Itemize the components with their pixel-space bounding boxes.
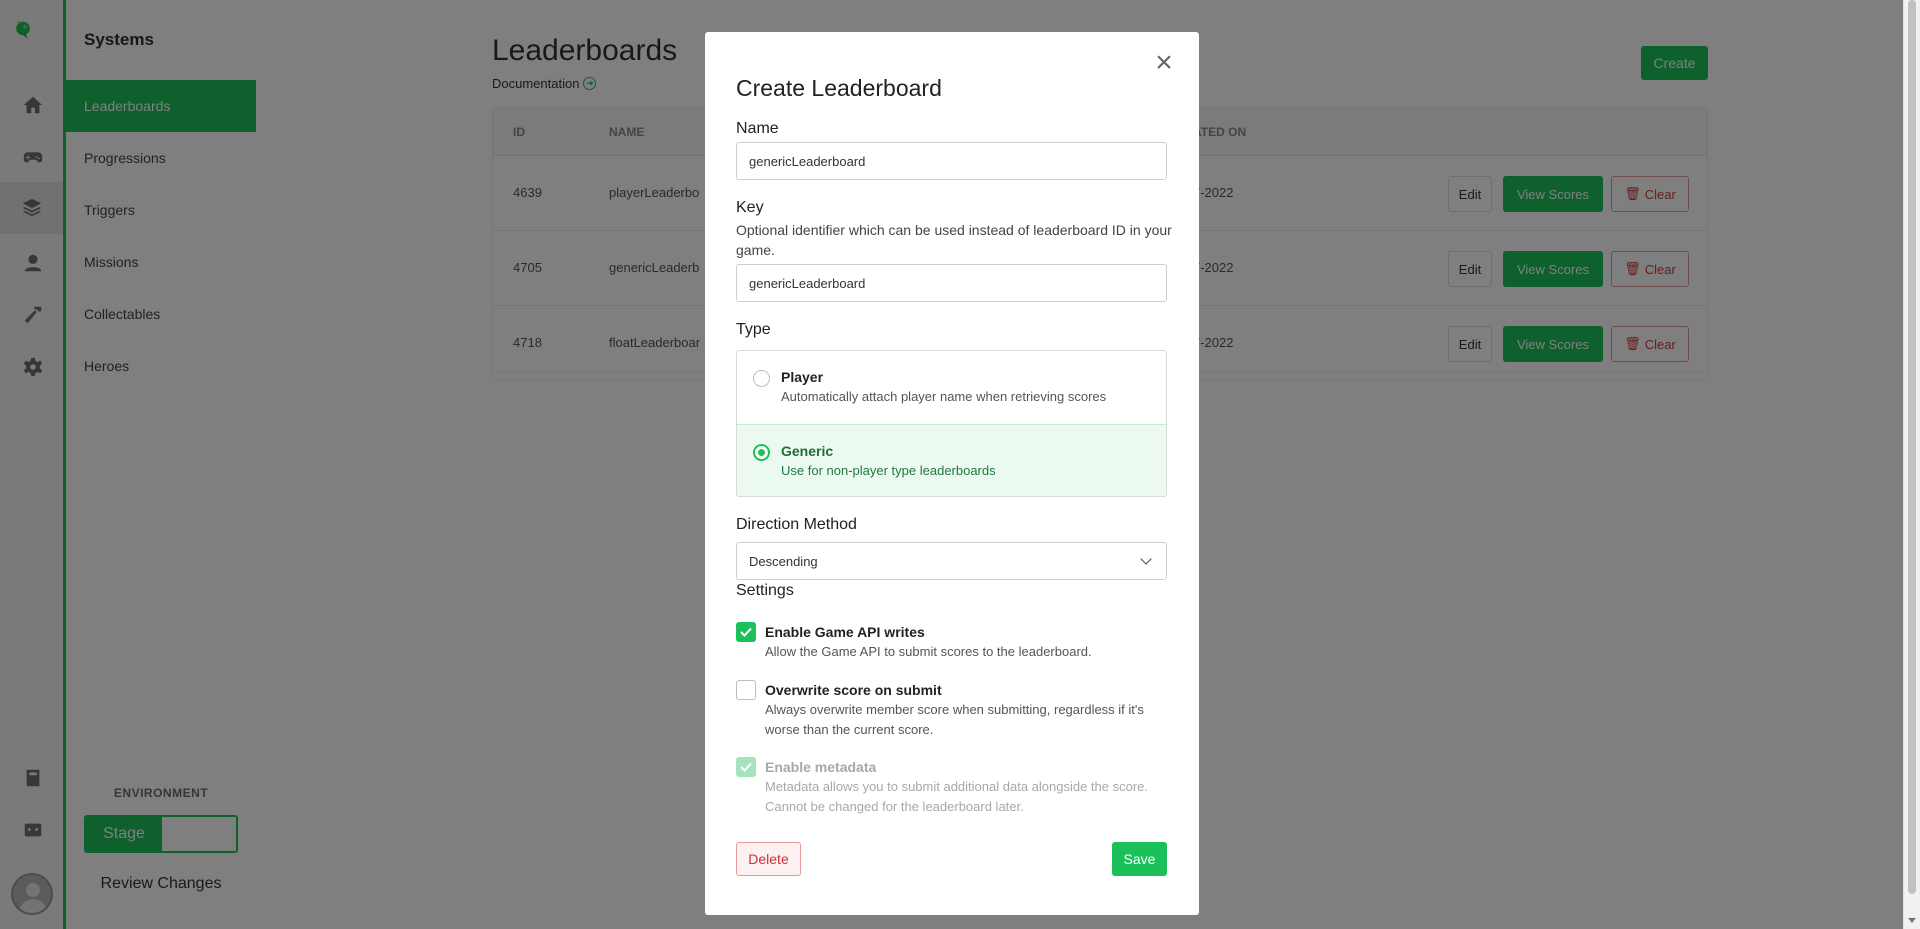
delete-button[interactable]: Delete [736,842,801,876]
type-option-description: Automatically attach player name when re… [781,389,1107,404]
settings-label: Settings [736,582,794,599]
setting-description: Allow the Game API to submit scores to t… [765,644,1092,659]
scroll-down-arrow-icon[interactable] [1908,918,1916,923]
enable-metadata-checkbox [736,757,756,777]
type-option-title: Generic [781,443,834,459]
type-option-generic[interactable]: Generic Use for non-player type leaderbo… [737,424,1166,496]
checkmark-icon [740,762,752,772]
direction-method-select[interactable]: Descending [736,542,1167,580]
name-label: Name [736,120,779,137]
type-radio-group: Player Automatically attach player name … [736,350,1167,497]
setting-description: Always overwrite member score when submi… [765,702,1144,737]
scrollbar-thumb[interactable] [1908,0,1916,894]
chevron-down-icon [1140,553,1152,565]
enable-game-api-writes-checkbox[interactable] [736,622,756,642]
key-help-text: Optional identifier which can be used in… [736,222,1172,258]
direction-method-value: Descending [749,553,818,569]
generic-radio[interactable] [753,444,770,461]
key-label: Key [736,199,764,216]
checkmark-icon [740,627,752,637]
type-option-title: Player [781,369,824,385]
name-input[interactable]: genericLeaderboard [736,142,1167,180]
page-scrollbar[interactable] [1903,0,1920,929]
overwrite-score-checkbox[interactable] [736,680,756,700]
type-option-player[interactable]: Player Automatically attach player name … [737,351,1166,424]
setting-title: Overwrite score on submit [765,682,942,698]
save-button[interactable]: Save [1112,842,1167,876]
type-label: Type [736,321,771,338]
modal-title: Create Leaderboard [736,75,942,101]
type-option-description: Use for non-player type leaderboards [781,463,996,478]
close-icon[interactable]: × [1151,48,1177,78]
setting-description: Metadata allows you to submit additional… [765,779,1149,814]
direction-method-label: Direction Method [736,516,857,533]
setting-title: Enable metadata [765,759,877,775]
create-leaderboard-modal: × Create Leaderboard Name genericLeaderb… [705,32,1199,915]
key-input[interactable]: genericLeaderboard [736,264,1167,302]
player-radio[interactable] [753,370,770,387]
setting-title: Enable Game API writes [765,624,925,640]
